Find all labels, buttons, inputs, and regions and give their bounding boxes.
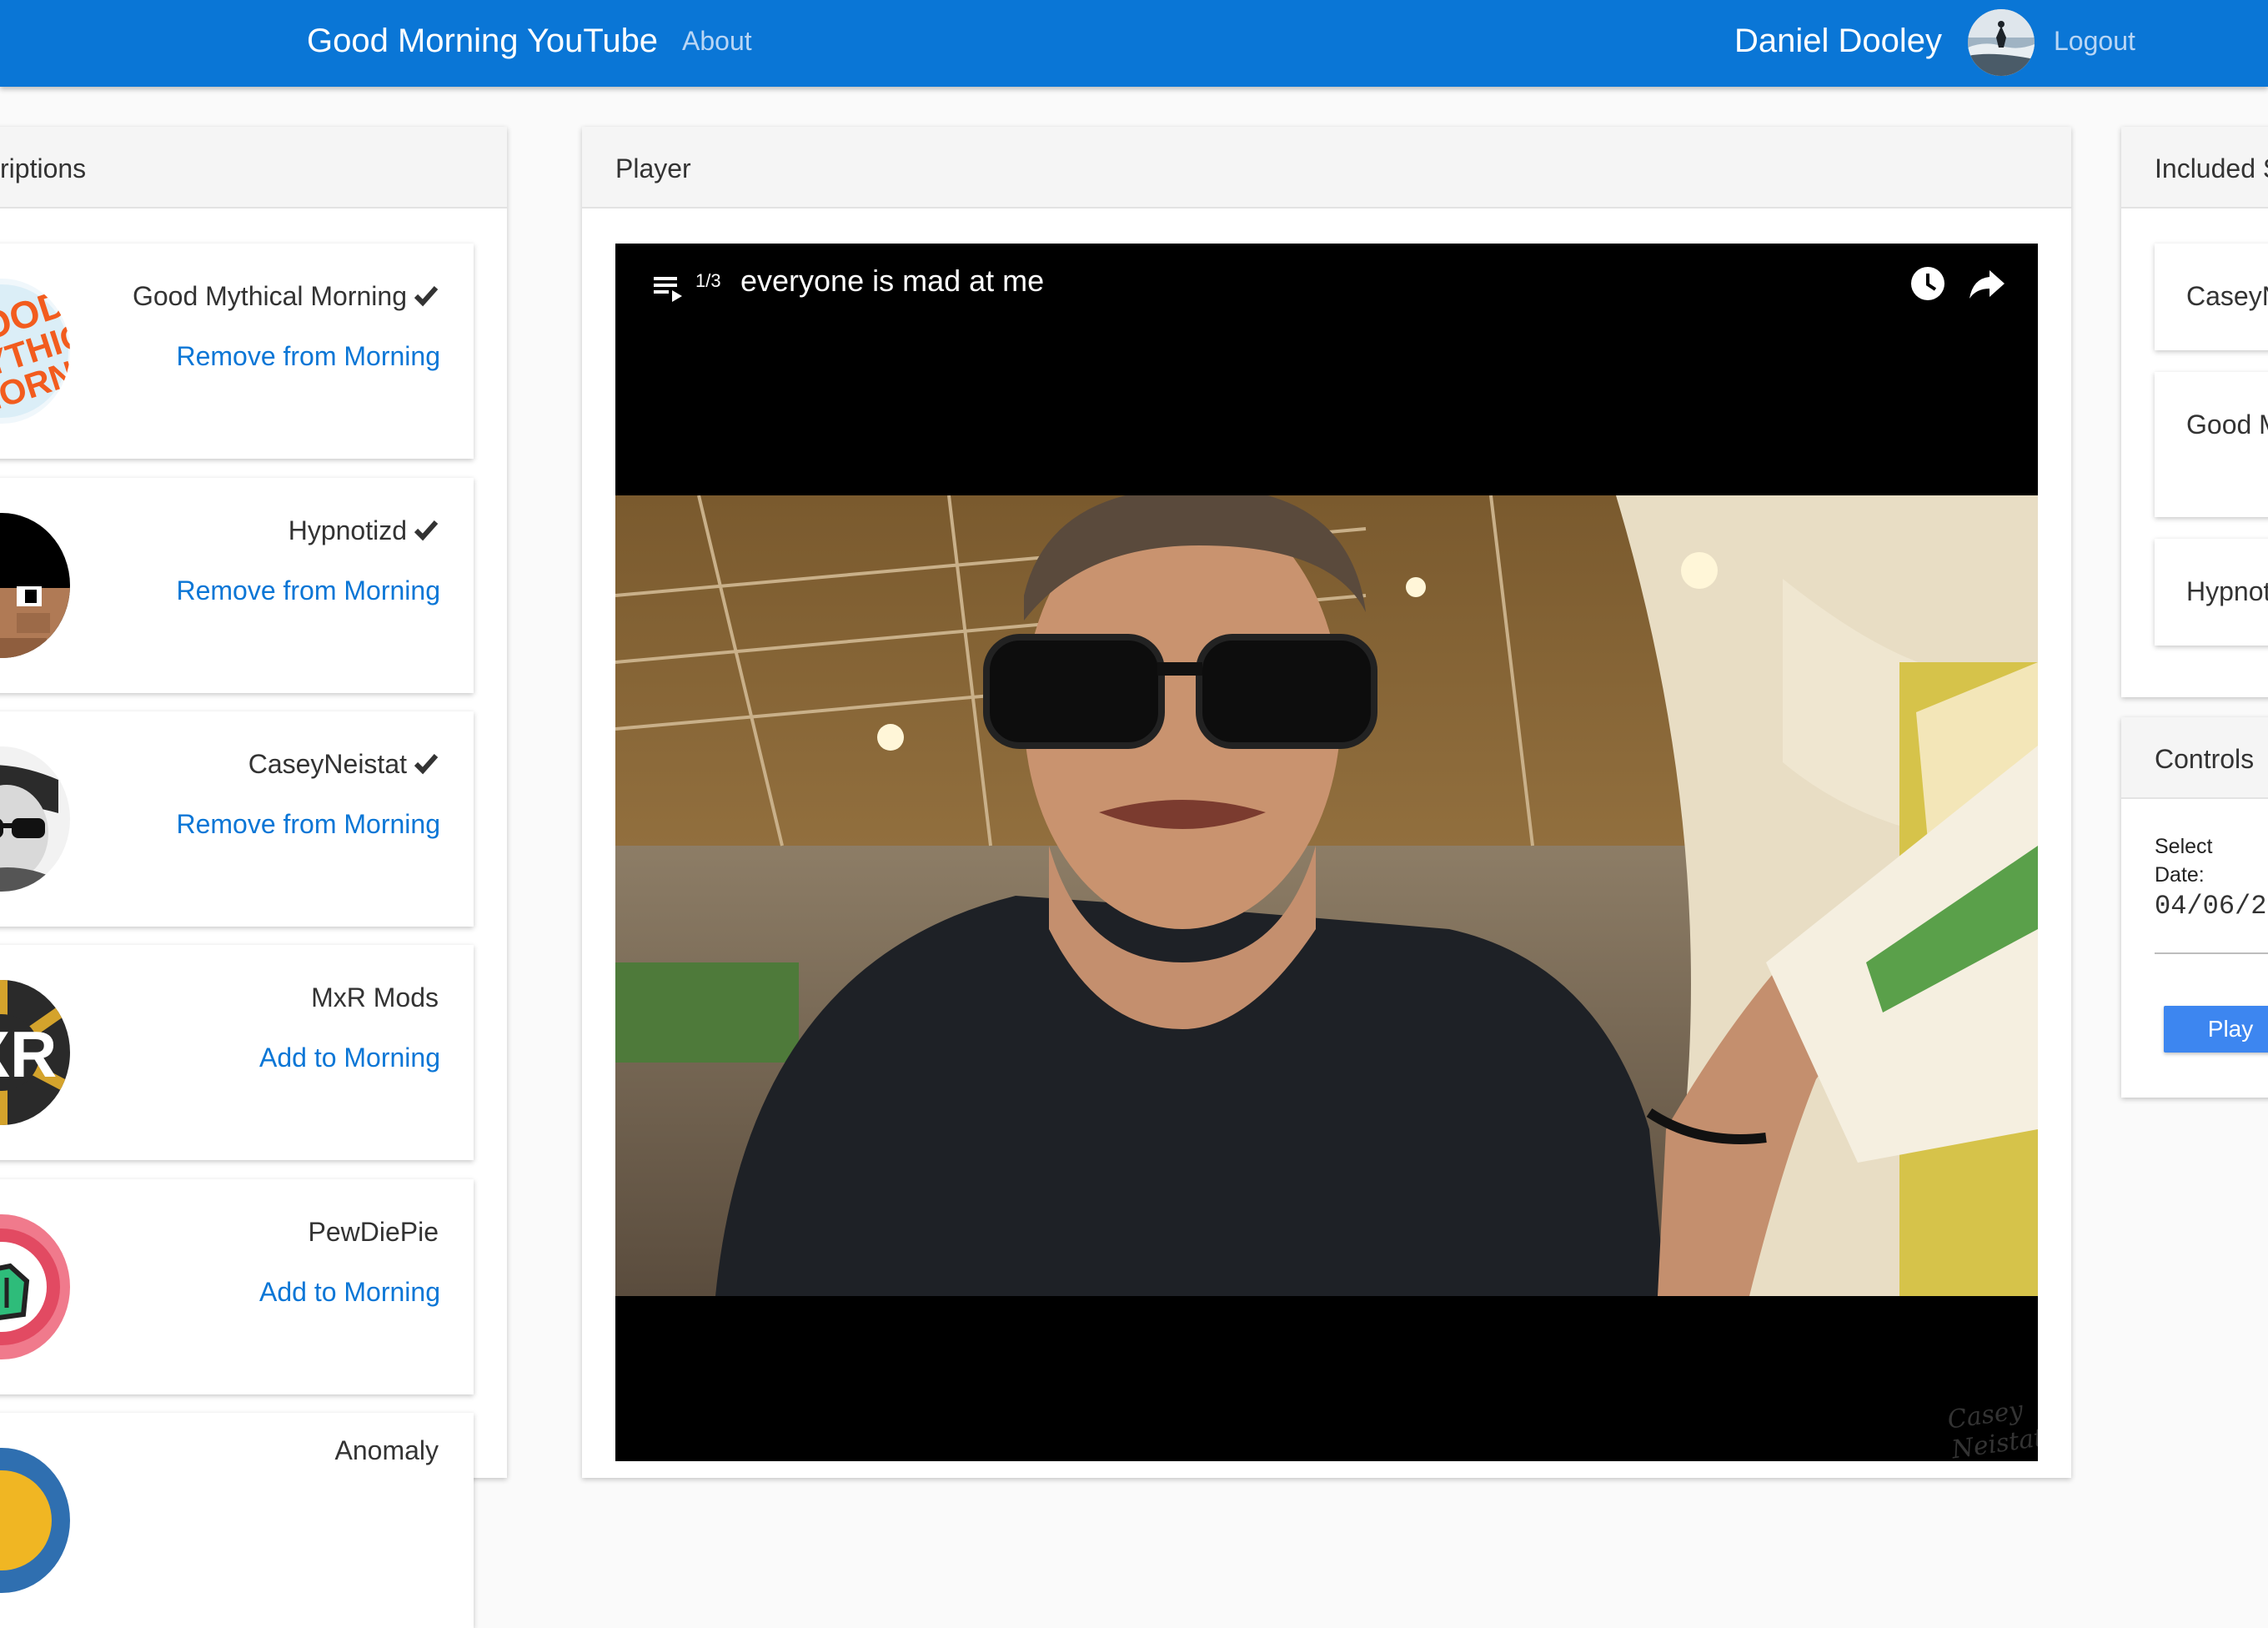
share-icon[interactable] [1968, 265, 2006, 302]
channel-avatar: GOOD MYTHICAL MORNING [0, 279, 70, 424]
channel-name: MxR Mods [311, 982, 439, 1012]
video-title[interactable]: everyone is mad at me [740, 262, 1044, 300]
playlist-position: 1/3 [695, 270, 721, 291]
channel-name: Good Mythical Morning [133, 277, 439, 315]
video-frame[interactable] [615, 495, 2038, 1296]
playlist-icon[interactable] [652, 272, 685, 305]
top-nav-bar: Good Morning YouTube About Daniel Dooley… [0, 0, 2268, 87]
date-input-underline [2155, 952, 2268, 954]
play-button[interactable]: Play [2164, 1006, 2268, 1053]
channel-avatar: XR [0, 980, 70, 1125]
check-icon [414, 520, 439, 541]
included-panel-title: Included S [2155, 153, 2268, 183]
subscription-card: Anomaly [0, 1413, 474, 1628]
channel-name: Hypnotizd [289, 511, 439, 550]
svg-text:XR: XR [0, 1018, 57, 1091]
included-panel-header: Included S [2121, 127, 2268, 209]
subscription-card: CaseyNeistat Remove from Morning [0, 711, 474, 927]
included-channel-name: CaseyN [2186, 281, 2268, 311]
included-channel-name: Good M [2186, 410, 2268, 440]
select-date-label: Select Date: [2155, 835, 2213, 887]
channel-name-text: Good Mythical Morning [132, 281, 407, 311]
subscription-card: XR MxR Mods Add to Morning [0, 945, 474, 1160]
clock-icon[interactable] [1909, 265, 1946, 302]
channel-avatar [0, 513, 70, 658]
included-channel-name: Hypnot [2186, 576, 2268, 606]
user-avatar[interactable] [1968, 9, 2035, 76]
channel-name: PewDiePie [308, 1217, 439, 1247]
subscription-card: PewDiePie Add to Morning [0, 1179, 474, 1394]
channel-name: CaseyNeistat [248, 745, 439, 783]
channel-avatar [0, 1448, 70, 1593]
channel-name-text: CaseyNeistat [248, 749, 407, 779]
channel-avatar [0, 746, 70, 892]
remove-from-morning-button[interactable]: Remove from Morning [176, 337, 440, 375]
player-panel-title: Player [615, 153, 691, 183]
date-input[interactable] [2155, 886, 2268, 926]
player-panel-header: Player [582, 127, 2071, 209]
included-card: CaseyN [2155, 244, 2268, 350]
brand-title[interactable]: Good Morning YouTube [307, 20, 658, 62]
video-player[interactable]: 1/3 everyone is mad at me Casey Neistat [615, 244, 2038, 1461]
controls-panel-header: Controls [2121, 717, 2268, 799]
add-to-morning-button[interactable]: Add to Morning [259, 1038, 440, 1077]
subscription-card: GOOD MYTHICAL MORNING Good Mythical Morn… [0, 244, 474, 459]
included-card: Good M [2155, 372, 2268, 517]
subscriptions-panel-header: riptions [0, 127, 507, 209]
included-card: Hypnot [2155, 539, 2268, 646]
channel-name: Anomaly [334, 1435, 439, 1465]
controls-panel-title: Controls [2155, 744, 2255, 774]
check-icon [414, 286, 439, 307]
about-link[interactable]: About [682, 22, 752, 60]
channel-name-text: Hypnotizd [288, 515, 407, 545]
channel-avatar [0, 1214, 70, 1359]
video-watermark: Casey Neistat [1945, 1395, 2038, 1461]
user-name: Daniel Dooley [1734, 23, 1942, 59]
logout-link[interactable]: Logout [2054, 22, 2135, 60]
subscription-card: Hypnotizd Remove from Morning [0, 478, 474, 693]
subscriptions-panel-title: riptions [0, 153, 87, 183]
add-to-morning-button[interactable]: Add to Morning [259, 1273, 440, 1311]
check-icon [414, 754, 439, 775]
remove-from-morning-button[interactable]: Remove from Morning [176, 805, 440, 843]
remove-from-morning-button[interactable]: Remove from Morning [176, 571, 440, 610]
